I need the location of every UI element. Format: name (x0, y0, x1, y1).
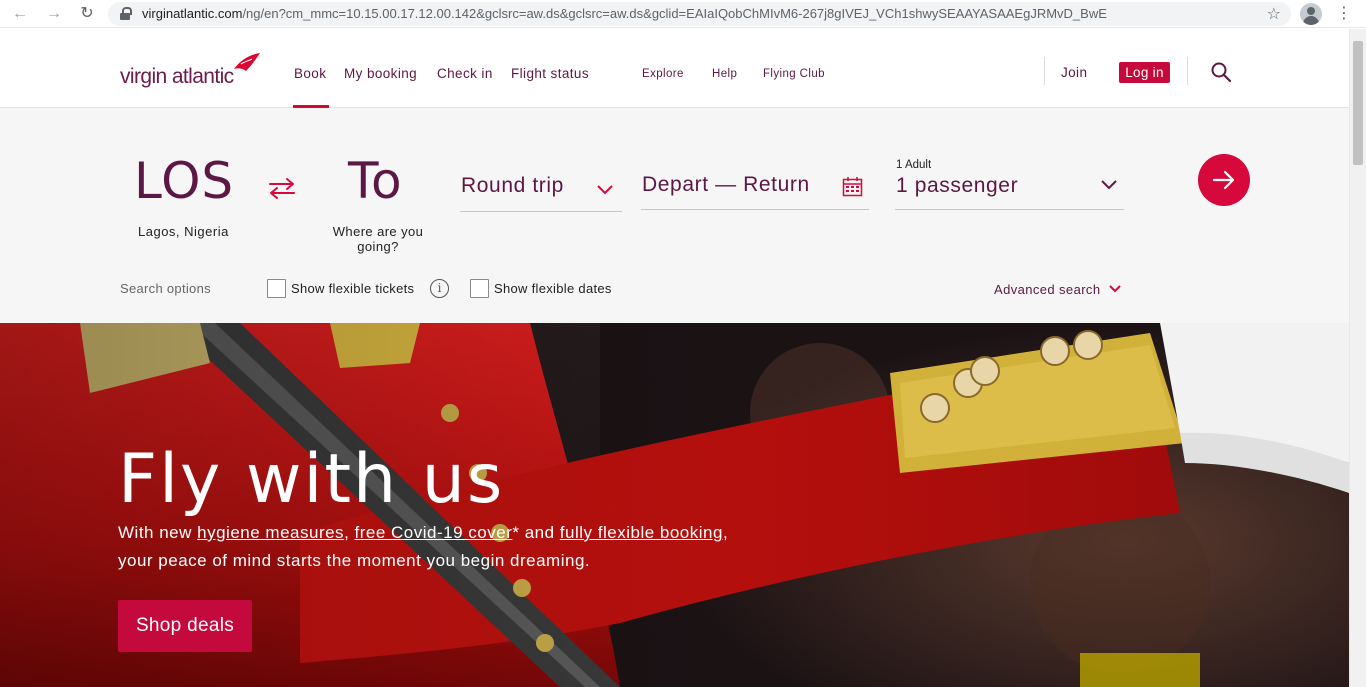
bookmark-star-icon[interactable]: ☆ (1267, 4, 1281, 24)
virgin-atlantic-logo[interactable]: virgin atlantic (120, 51, 265, 91)
login-button[interactable]: Log in (1119, 62, 1170, 83)
logo-wordmark: virgin atlantic (120, 65, 234, 88)
flexible-dates-checkbox[interactable] (470, 279, 489, 298)
hero-title: Fly with us (118, 440, 505, 519)
search-icon[interactable] (1210, 61, 1232, 83)
shop-deals-button[interactable]: Shop deals (118, 600, 252, 652)
reload-icon[interactable]: ↻ (77, 4, 97, 24)
arrow-right-icon (1212, 170, 1235, 190)
url-domain: virginatlantic.com (142, 6, 243, 21)
flexible-booking-link[interactable]: fully flexible booking (560, 523, 723, 542)
passenger-summary-small: 1 Adult (896, 159, 932, 171)
nav-help[interactable]: Help (712, 68, 737, 80)
swap-arrows-icon[interactable] (266, 176, 298, 200)
destination-hint: Where are you going? (332, 224, 424, 254)
chevron-down-icon[interactable] (1108, 284, 1122, 294)
hero-copy-prefix: With new (118, 523, 198, 542)
address-bar[interactable]: virginatlantic.com/ng/en?cm_mmc=10.15.00… (108, 2, 1291, 26)
lock-icon (120, 7, 132, 21)
calendar-icon (842, 177, 863, 197)
hygiene-measures-link[interactable]: hygiene measures (197, 523, 344, 542)
search-flights-button[interactable] (1198, 154, 1250, 206)
nav-check-in[interactable]: Check in (437, 66, 493, 81)
url-path: /ng/en?cm_mmc=10.15.00.17.12.00.142&gcls… (242, 6, 1107, 21)
origin-city: Lagos, Nigeria (138, 224, 229, 239)
forward-arrow-icon[interactable]: → (44, 4, 64, 24)
chevron-down-icon (1101, 180, 1117, 190)
url-text: virginatlantic.com/ng/en?cm_mmc=10.15.00… (142, 6, 1107, 22)
origin-airport-code[interactable]: LOS (134, 152, 234, 210)
nav-flight-status[interactable]: Flight status (511, 66, 589, 81)
hero-copy: With new hygiene measures, free Covid-19… (118, 519, 738, 575)
header-divider (1187, 57, 1188, 85)
search-options-label: Search options (120, 281, 211, 296)
info-icon[interactable]: i (430, 279, 449, 298)
nav-book[interactable]: Book (294, 66, 326, 81)
passenger-value: 1 passenger (896, 174, 1019, 197)
dates-value: Depart — Return (642, 173, 810, 196)
back-arrow-icon[interactable]: ← (10, 4, 30, 24)
header-divider (1044, 57, 1045, 85)
hero-banner: Fly with us With new hygiene measures, f… (0, 323, 1349, 687)
site-header: virgin atlantic Book My booking Check in… (0, 29, 1349, 108)
flexible-dates-label[interactable]: Show flexible dates (494, 281, 612, 296)
chevron-down-icon (597, 185, 613, 195)
browser-menu-icon[interactable]: ⋮ (1334, 5, 1354, 23)
passenger-select[interactable]: 1 Adult 1 passenger (895, 156, 1124, 210)
hero-copy-mid: * and (512, 523, 560, 542)
nav-explore[interactable]: Explore (642, 68, 684, 80)
nav-my-booking[interactable]: My booking (344, 66, 417, 81)
covid-cover-link[interactable]: free Covid-19 cover (355, 523, 513, 542)
scrollbar-thumb[interactable] (1353, 41, 1363, 165)
destination-airport-input[interactable]: To (348, 152, 403, 210)
hero-copy-sep: , (344, 523, 355, 542)
browser-toolbar: ← → ↻ virginatlantic.com/ng/en?cm_mmc=10… (0, 0, 1366, 28)
dates-picker[interactable]: Depart — Return (641, 170, 869, 210)
flexible-tickets-label[interactable]: Show flexible tickets (291, 281, 414, 296)
nav-flying-club[interactable]: Flying Club (763, 68, 825, 80)
flexible-tickets-checkbox[interactable] (267, 279, 286, 298)
join-link[interactable]: Join (1061, 65, 1087, 80)
profile-avatar-icon[interactable] (1300, 3, 1322, 25)
trip-type-select[interactable]: Round trip (460, 170, 622, 212)
trip-type-value: Round trip (461, 174, 564, 197)
page-scrollbar[interactable] (1349, 29, 1366, 687)
advanced-search-link[interactable]: Advanced search (994, 282, 1100, 297)
flight-search-panel: LOS Lagos, Nigeria To Where are you goin… (0, 108, 1349, 323)
logo-flag-icon (234, 53, 260, 71)
